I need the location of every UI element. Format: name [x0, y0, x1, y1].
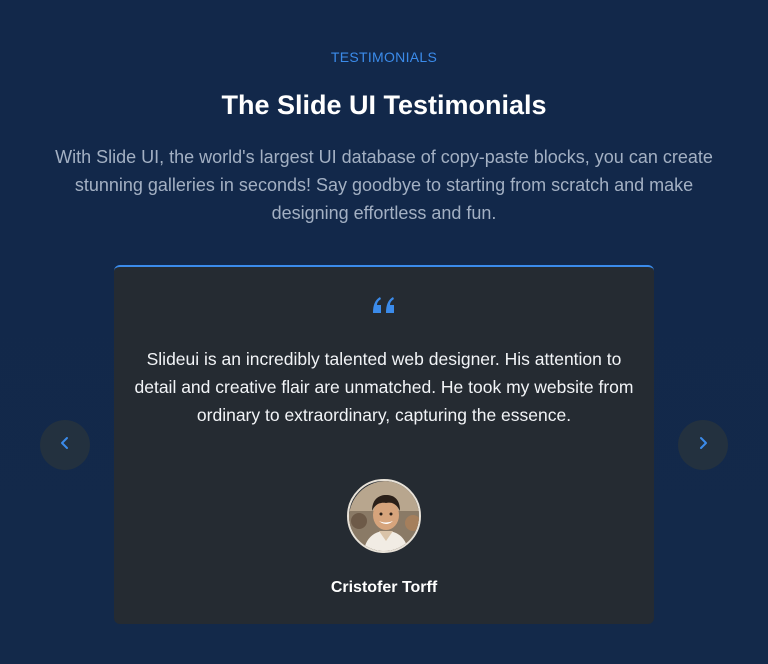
- chevron-left-icon: [58, 436, 72, 455]
- testimonial-quote: Slideui is an incredibly talented web de…: [134, 349, 634, 425]
- avatar: [347, 479, 421, 553]
- chevron-right-icon: [696, 436, 710, 455]
- previous-button[interactable]: [40, 420, 90, 470]
- section-subtitle: With Slide UI, the world's largest UI da…: [55, 147, 713, 223]
- quote-icon: [114, 295, 654, 320]
- author-name: Cristofer Torff: [330, 579, 438, 596]
- section-eyebrow: TESTIMONIALS: [330, 49, 438, 65]
- testimonials-section: TESTIMONIALS The Slide UI Testimonials W…: [0, 0, 768, 664]
- section-title: The Slide UI Testimonials: [221, 90, 547, 120]
- next-button[interactable]: [678, 420, 728, 470]
- testimonial-card: Slideui is an incredibly talented web de…: [114, 265, 654, 624]
